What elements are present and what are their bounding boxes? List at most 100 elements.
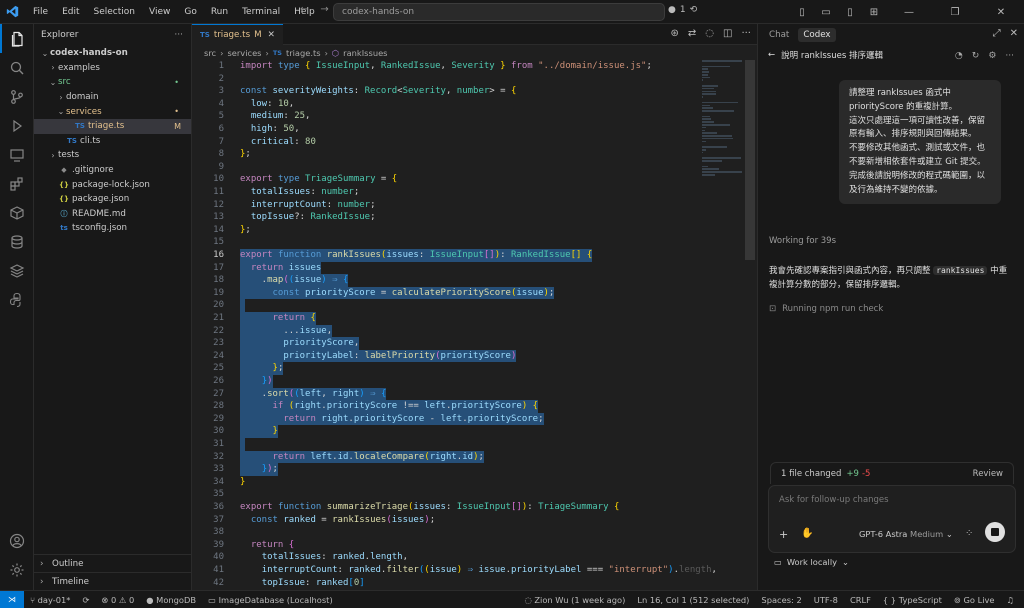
code-line[interactable]: 37 const ranked = rankIssues(issues);: [192, 514, 700, 527]
layout-panel-icon[interactable]: ▭: [814, 7, 838, 18]
menu-item-run[interactable]: Run: [204, 0, 235, 24]
changes-summary[interactable]: 1 file changed +9 -5 Review: [770, 462, 1014, 484]
code-line[interactable]: 38: [192, 526, 700, 539]
line-ending[interactable]: CRLF: [844, 595, 877, 605]
code-line[interactable]: 21 return {: [192, 312, 700, 325]
more-actions-icon[interactable]: ···: [174, 30, 191, 40]
forward-arrow-icon[interactable]: →: [320, 4, 328, 15]
close-tab-icon[interactable]: ✕: [268, 30, 275, 40]
tree-item[interactable]: › examples: [34, 61, 191, 76]
more-actions-icon[interactable]: ···: [741, 28, 751, 39]
add-context-icon[interactable]: +: [779, 528, 788, 541]
editor-scrollbar[interactable]: [745, 60, 755, 260]
encoding[interactable]: UTF-8: [808, 595, 844, 605]
work-locally-selector[interactable]: ▭ Work locally ⌄: [774, 557, 849, 567]
tree-item[interactable]: TS cli.ts: [34, 134, 191, 149]
tree-item[interactable]: ⌄ codex-hands-on: [34, 46, 191, 61]
code-line[interactable]: 33 });: [192, 463, 700, 476]
tree-item[interactable]: ⌄ src •: [34, 75, 191, 90]
layers-icon[interactable]: [0, 256, 34, 285]
git-blame[interactable]: ◌ Zion Wu (1 week ago): [518, 595, 631, 605]
code-editor[interactable]: 1 import type { IssueInput, RankedIssue, …: [192, 60, 757, 590]
git-branch[interactable]: ⑂ day-01*: [24, 595, 76, 605]
code-line[interactable]: 14};: [192, 224, 700, 237]
layout-secondary-icon[interactable]: ▯: [838, 7, 862, 18]
search-icon[interactable]: [0, 53, 34, 82]
database-status[interactable]: ▭ ImageDatabase (Localhost): [202, 595, 339, 605]
tab-codex[interactable]: Codex: [798, 27, 836, 42]
copilot-icon[interactable]: ⟲: [690, 5, 698, 15]
breadcrumb-symbol[interactable]: rankIssues: [343, 48, 387, 58]
code-line[interactable]: 40 totalIssues: ranked.length,: [192, 551, 700, 564]
tree-item[interactable]: ⌄ services •: [34, 104, 191, 119]
code-line[interactable]: 32 return left.id.localeCompare(right.id…: [192, 450, 700, 464]
hand-icon[interactable]: ✋: [801, 528, 813, 539]
code-line[interactable]: 36 export function summarizeTriage(issues…: [192, 501, 700, 514]
back-arrow-icon[interactable]: ←: [768, 50, 775, 60]
sync-icon[interactable]: ⟳: [76, 595, 95, 605]
code-line[interactable]: 9: [192, 161, 700, 174]
remote-indicator-icon[interactable]: ⋊: [0, 590, 24, 608]
code-line[interactable]: 39 return {: [192, 539, 700, 552]
tree-item[interactable]: ◆ .gitignore: [34, 163, 191, 178]
indentation[interactable]: Spaces: 2: [755, 595, 807, 605]
close-window-icon[interactable]: ✕: [978, 7, 1024, 18]
code-line[interactable]: 15: [192, 236, 700, 249]
code-line[interactable]: 35: [192, 488, 700, 501]
breadcrumb-src[interactable]: src: [204, 48, 216, 58]
refresh-icon[interactable]: ↻: [972, 51, 980, 61]
code-line[interactable]: 42 topIssue: ranked[0]: [192, 577, 700, 590]
menu-item-go[interactable]: Go: [177, 0, 203, 24]
code-line[interactable]: 29 return right.priorityScore - left.pri…: [192, 412, 700, 426]
tree-item[interactable]: › domain: [34, 90, 191, 105]
settings-gear-icon[interactable]: [0, 555, 34, 584]
code-line[interactable]: 5 medium: 25,: [192, 110, 700, 123]
maximize-panel-icon[interactable]: ⤢: [993, 28, 1001, 39]
tree-item[interactable]: › tests: [34, 148, 191, 163]
command-center-search[interactable]: codex-hands-on: [333, 3, 665, 21]
copilot-icon[interactable]: ⊛: [670, 28, 678, 39]
history-icon[interactable]: ◔: [955, 51, 963, 61]
open-changes-icon[interactable]: ◌: [705, 28, 714, 39]
review-button[interactable]: Review: [973, 469, 1003, 479]
code-line[interactable]: 7 critical: 80: [192, 136, 700, 149]
menu-item-file[interactable]: File: [26, 0, 55, 24]
code-line[interactable]: 18 .map((issue) ⇒ {: [192, 274, 700, 287]
follow-up-input[interactable]: Ask for follow-up changes: [779, 495, 889, 505]
menu-item-terminal[interactable]: Terminal: [235, 0, 287, 24]
minimap[interactable]: [702, 60, 744, 176]
notifications-bell-icon[interactable]: ♫: [1001, 595, 1020, 605]
menu-item-selection[interactable]: Selection: [87, 0, 142, 24]
menu-item-view[interactable]: View: [142, 0, 177, 24]
code-line[interactable]: 31: [192, 438, 700, 451]
containers-icon[interactable]: [0, 198, 34, 227]
more-actions-icon[interactable]: ···: [1005, 51, 1014, 61]
cursor-position[interactable]: Ln 16, Col 1 (512 selected): [631, 595, 755, 605]
tree-item[interactable]: ts tsconfig.json: [34, 221, 191, 236]
code-line[interactable]: 4 low: 10,: [192, 98, 700, 111]
code-line[interactable]: 11 totalIssues: number;: [192, 186, 700, 199]
titlebar-status[interactable]: ● 1 ⟲: [668, 5, 697, 15]
code-line[interactable]: 41 interruptCount: ranked.filter((issue)…: [192, 564, 717, 577]
code-line[interactable]: 23 priorityScore,: [192, 337, 700, 350]
code-line[interactable]: 8};: [192, 148, 700, 161]
code-line[interactable]: 12 interruptCount: number;: [192, 199, 700, 212]
code-line[interactable]: 10 export type TriageSummary = {: [192, 173, 700, 186]
split-editor-icon[interactable]: ◫: [723, 28, 732, 39]
back-arrow-icon[interactable]: ←: [300, 4, 308, 15]
compare-changes-icon[interactable]: ⇄: [688, 28, 696, 39]
tree-item[interactable]: {} package-lock.json: [34, 177, 191, 192]
restore-icon[interactable]: ❐: [932, 7, 978, 18]
stop-button[interactable]: [985, 522, 1005, 542]
breadcrumb-services[interactable]: services: [227, 48, 261, 58]
sparkle-icon[interactable]: ⁘: [965, 528, 973, 539]
run-debug-icon[interactable]: [0, 111, 34, 140]
tree-item[interactable]: {} package.json: [34, 192, 191, 207]
code-line[interactable]: 3 const severityWeights: Record<Severity,…: [192, 85, 700, 98]
code-line[interactable]: 30 }: [192, 425, 700, 438]
menu-item-edit[interactable]: Edit: [55, 0, 86, 24]
minimize-icon[interactable]: —: [886, 7, 932, 18]
settings-gear-icon[interactable]: ⚙: [988, 51, 996, 61]
timeline-section[interactable]: › Timeline: [34, 572, 192, 590]
code-line[interactable]: 26 }): [192, 375, 700, 388]
